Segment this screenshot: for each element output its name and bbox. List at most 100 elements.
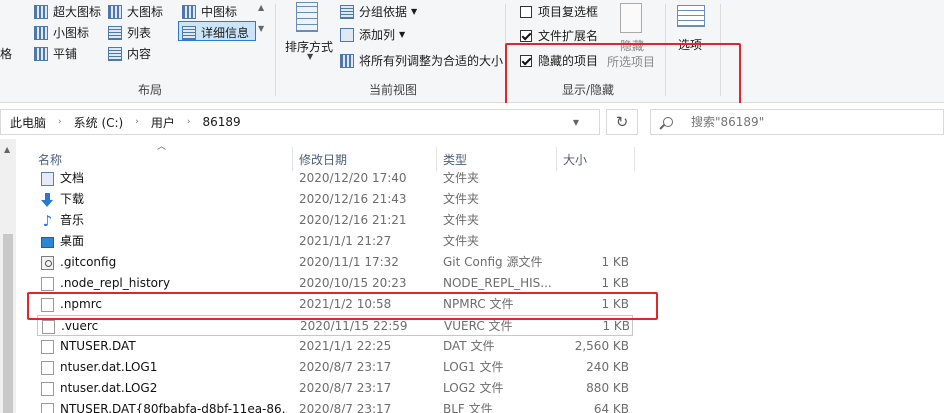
search-input[interactable]	[691, 115, 921, 129]
modified-date-cell: 2020/8/7 23:17	[299, 360, 392, 374]
sort-by-icon[interactable]	[296, 2, 318, 32]
file-name: 文档	[60, 171, 85, 185]
content-option[interactable]: 内容	[108, 45, 151, 62]
file-size-cell	[557, 189, 629, 210]
table-row[interactable]: ntuser.dat.LOG2 2020/8/7 23:17 LOG2 文件 880 …	[37, 378, 633, 399]
file-size-cell	[557, 210, 629, 231]
chevron-right-icon[interactable]: ›	[187, 117, 191, 127]
breadcrumb-user-folder[interactable]: 86189	[202, 115, 240, 129]
layout-scroll-down[interactable]: ▼	[258, 24, 264, 33]
tiles-option[interactable]: 平铺	[34, 45, 77, 62]
file-size-cell: 64 KB	[593, 402, 629, 413]
item-checkboxes-toggle[interactable]: 项目复选框	[520, 3, 598, 20]
small-icons-option[interactable]: 小图标	[34, 24, 89, 41]
large-icons-option[interactable]: 大图标	[108, 3, 163, 20]
file-size-cell: 1 KB	[601, 255, 629, 269]
file-size-cell: 1 KB	[601, 276, 629, 290]
scrollbar[interactable]: ▲	[0, 139, 16, 413]
group-by-icon	[340, 4, 354, 19]
chevron-right-icon[interactable]: ›	[135, 117, 139, 127]
add-columns-icon	[340, 27, 354, 42]
refresh-icon: ↻	[615, 113, 629, 131]
file-name: NTUSER.DAT{80fbabfa-d8bf-11ea-86...	[60, 402, 287, 413]
table-row[interactable]: NTUSER.DAT{80fbabfa-d8bf-11ea-86... 2020/…	[37, 399, 633, 413]
file-size-cell: 2,560 KB	[574, 339, 629, 353]
list-option[interactable]: 列表	[108, 24, 151, 41]
file-extensions-toggle[interactable]: 文件扩展名	[520, 27, 598, 44]
modified-date-cell: 2020/12/16 21:43	[299, 192, 407, 206]
scrollbar-thumb[interactable]	[3, 234, 13, 413]
file-type-cell: NODE_REPL_HIS...	[443, 276, 552, 290]
modified-date-cell: 2020/12/20 17:40	[299, 171, 407, 185]
file-name-cell: 桌面	[37, 231, 287, 252]
file-name-cell: ♪ 音乐	[37, 210, 287, 231]
file-type-cell: LOG2 文件	[443, 381, 504, 395]
file-size-cell	[557, 231, 629, 252]
modified-date-cell: 2020/12/16 21:21	[299, 213, 407, 227]
file-icon	[41, 360, 54, 375]
table-row[interactable]: NTUSER.DAT 2021/1/1 22:25 DAT 文件 2,560 KB	[37, 336, 633, 357]
modified-date-cell: 2020/10/15 20:23	[299, 276, 407, 290]
layout-scroll-up[interactable]: ▲	[258, 3, 264, 12]
search-box[interactable]	[650, 109, 944, 135]
file-name: 桌面	[60, 234, 85, 248]
large-icons-icon	[108, 4, 122, 19]
partial-layout-item[interactable]: 格	[0, 45, 12, 62]
address-dropdown-icon[interactable]: ▼	[573, 118, 579, 127]
file-type-cell: DAT 文件	[443, 339, 495, 353]
table-row[interactable]: 下载 2020/12/16 21:43 文件夹	[37, 189, 633, 210]
file-type-cell: 文件夹	[443, 171, 480, 185]
hide-selected-icon	[620, 3, 642, 33]
file-type-cell: 文件夹	[443, 192, 480, 206]
address-bar[interactable]: 此电脑 › 系统 (C:) › 用户 › 86189 ▼	[0, 109, 600, 135]
chevron-down-icon: ▼	[411, 7, 418, 16]
file-name-cell: 文档	[37, 168, 287, 189]
table-row[interactable]: ♪ 音乐 2020/12/16 21:21 文件夹	[37, 210, 633, 231]
sort-by-dropdown[interactable]: ▼	[307, 52, 313, 61]
fit-columns-button[interactable]: 将所有列调整为合适的大小	[340, 52, 503, 69]
content-icon	[108, 46, 122, 61]
modified-date-cell: 2020/8/7 23:17	[299, 402, 392, 413]
file-size-cell	[557, 168, 629, 189]
current-view-group-label: 当前视图	[368, 83, 417, 97]
table-row[interactable]: 桌面 2021/1/1 21:27 文件夹	[37, 231, 633, 252]
file-name: ntuser.dat.LOG1	[60, 360, 158, 374]
table-row[interactable]: .node_repl_history 2020/10/15 20:23 NODE_R…	[37, 273, 633, 294]
details-option[interactable]: 详细信息	[182, 24, 249, 41]
refresh-button[interactable]: ↻	[606, 109, 638, 135]
options-icon[interactable]	[677, 5, 705, 27]
breadcrumb-users[interactable]: 用户	[151, 114, 175, 131]
group-by-button[interactable]: 分组依据 ▼	[340, 3, 417, 20]
file-type-cell: BLF 文件	[443, 402, 493, 413]
medium-icons-option[interactable]: 中图标	[182, 3, 237, 20]
layout-group-label: 布局	[137, 83, 162, 97]
item-checkboxes-checkbox[interactable]	[520, 5, 532, 18]
table-row[interactable]: .gitconfig 2020/11/1 17:32 Git Config 源文件 1…	[37, 252, 633, 273]
extra-large-icons-option[interactable]: 超大图标	[34, 3, 101, 20]
breadcrumb-this-pc[interactable]: 此电脑	[10, 114, 46, 131]
config-file-icon	[41, 255, 54, 270]
modified-date-cell: 2020/8/7 23:17	[299, 381, 392, 395]
chevron-right-icon[interactable]: ›	[58, 117, 62, 127]
ribbon: 格 超大图标 大图标 中图标 小图标 列表 详细信息 ▲ ▼ 平铺 内容 布局 …	[0, 0, 944, 115]
add-columns-button[interactable]: 添加列 ▼	[340, 26, 405, 43]
small-icons-icon	[34, 25, 48, 40]
file-extensions-checkbox[interactable]	[520, 29, 532, 42]
breadcrumb-drive-c[interactable]: 系统 (C:)	[74, 114, 124, 131]
table-row[interactable]: 文档 2020/12/20 17:40 文件夹	[37, 168, 633, 189]
file-name: ntuser.dat.LOG2	[60, 381, 158, 395]
file-name-cell: .gitconfig	[37, 252, 287, 273]
column-divider[interactable]	[634, 147, 635, 171]
file-type-cell: 文件夹	[443, 234, 480, 248]
file-type-cell: LOG1 文件	[443, 360, 504, 374]
file-name: NTUSER.DAT	[60, 339, 136, 353]
file-name: .node_repl_history	[60, 276, 171, 290]
file-list: ▲ ︿ 名称 修改日期 类型 大小 文档 2020/12/20 17:40 文件夹下…	[0, 139, 944, 413]
download-icon	[41, 192, 54, 207]
file-name: 音乐	[60, 213, 85, 227]
chevron-down-icon: ▼	[399, 30, 406, 39]
scroll-up-arrow-icon[interactable]: ▲	[4, 145, 10, 154]
table-row[interactable]: ntuser.dat.LOG1 2020/8/7 23:17 LOG1 文件 240 …	[37, 357, 633, 378]
file-name-cell: ntuser.dat.LOG1	[37, 357, 287, 378]
file-name: 下载	[60, 192, 85, 206]
